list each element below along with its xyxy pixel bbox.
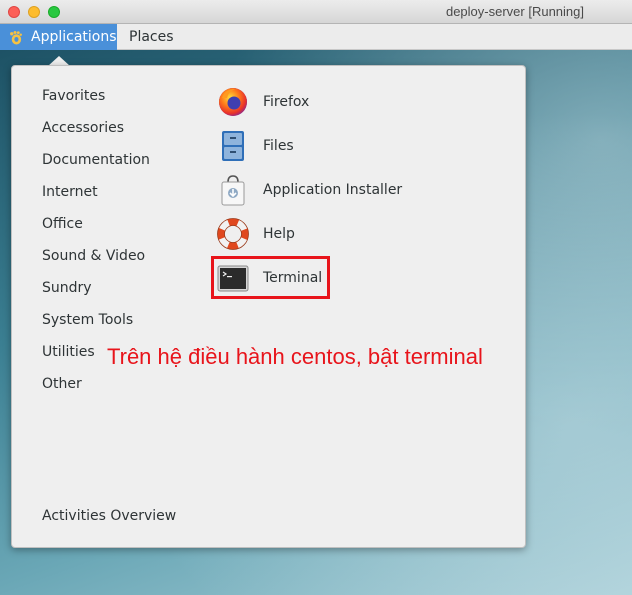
places-menu-button[interactable]: Places xyxy=(129,24,174,50)
app-application-installer[interactable]: Application Installer xyxy=(217,172,402,208)
applications-menu-button[interactable]: Applications xyxy=(0,24,117,50)
top-panel: Applications Places xyxy=(0,24,632,50)
category-favorites[interactable]: Favorites xyxy=(42,88,105,104)
app-files-label: Files xyxy=(263,138,294,154)
category-other[interactable]: Other xyxy=(42,376,82,392)
annotation-text: Trên hệ điều hành centos, bật terminal xyxy=(107,344,483,369)
files-cabinet-icon xyxy=(217,130,249,162)
app-application-installer-label: Application Installer xyxy=(263,182,403,198)
software-bag-icon xyxy=(217,174,249,206)
firefox-icon xyxy=(217,86,249,118)
maximize-window-button[interactable] xyxy=(48,6,60,18)
app-help[interactable]: Help xyxy=(217,216,295,252)
minimize-window-button[interactable] xyxy=(28,6,40,18)
category-sundry[interactable]: Sundry xyxy=(42,280,92,296)
app-files[interactable]: Files xyxy=(217,128,294,164)
category-accessories[interactable]: Accessories xyxy=(42,120,124,136)
app-help-label: Help xyxy=(263,226,295,242)
applications-label: Applications xyxy=(31,29,117,45)
category-system-tools[interactable]: System Tools xyxy=(42,312,133,328)
category-utilities[interactable]: Utilities xyxy=(42,344,95,360)
lifebuoy-icon xyxy=(217,218,249,250)
applications-menu: Favorites Accessories Documentation Inte… xyxy=(11,65,526,548)
window-title: deploy-server [Running] xyxy=(445,4,584,19)
activities-overview-link[interactable]: Activities Overview xyxy=(42,508,176,524)
window-titlebar: deploy-server [Running] xyxy=(0,0,632,24)
category-internet[interactable]: Internet xyxy=(42,184,98,200)
category-sound-video[interactable]: Sound & Video xyxy=(42,248,145,264)
gnome-foot-icon xyxy=(10,30,22,45)
terminal-highlight-box xyxy=(211,256,330,299)
app-firefox[interactable]: Firefox xyxy=(217,84,309,120)
app-firefox-label: Firefox xyxy=(263,94,310,110)
places-label: Places xyxy=(129,29,174,45)
category-documentation[interactable]: Documentation xyxy=(42,152,150,168)
close-window-button[interactable] xyxy=(8,6,20,18)
category-office[interactable]: Office xyxy=(42,216,83,232)
